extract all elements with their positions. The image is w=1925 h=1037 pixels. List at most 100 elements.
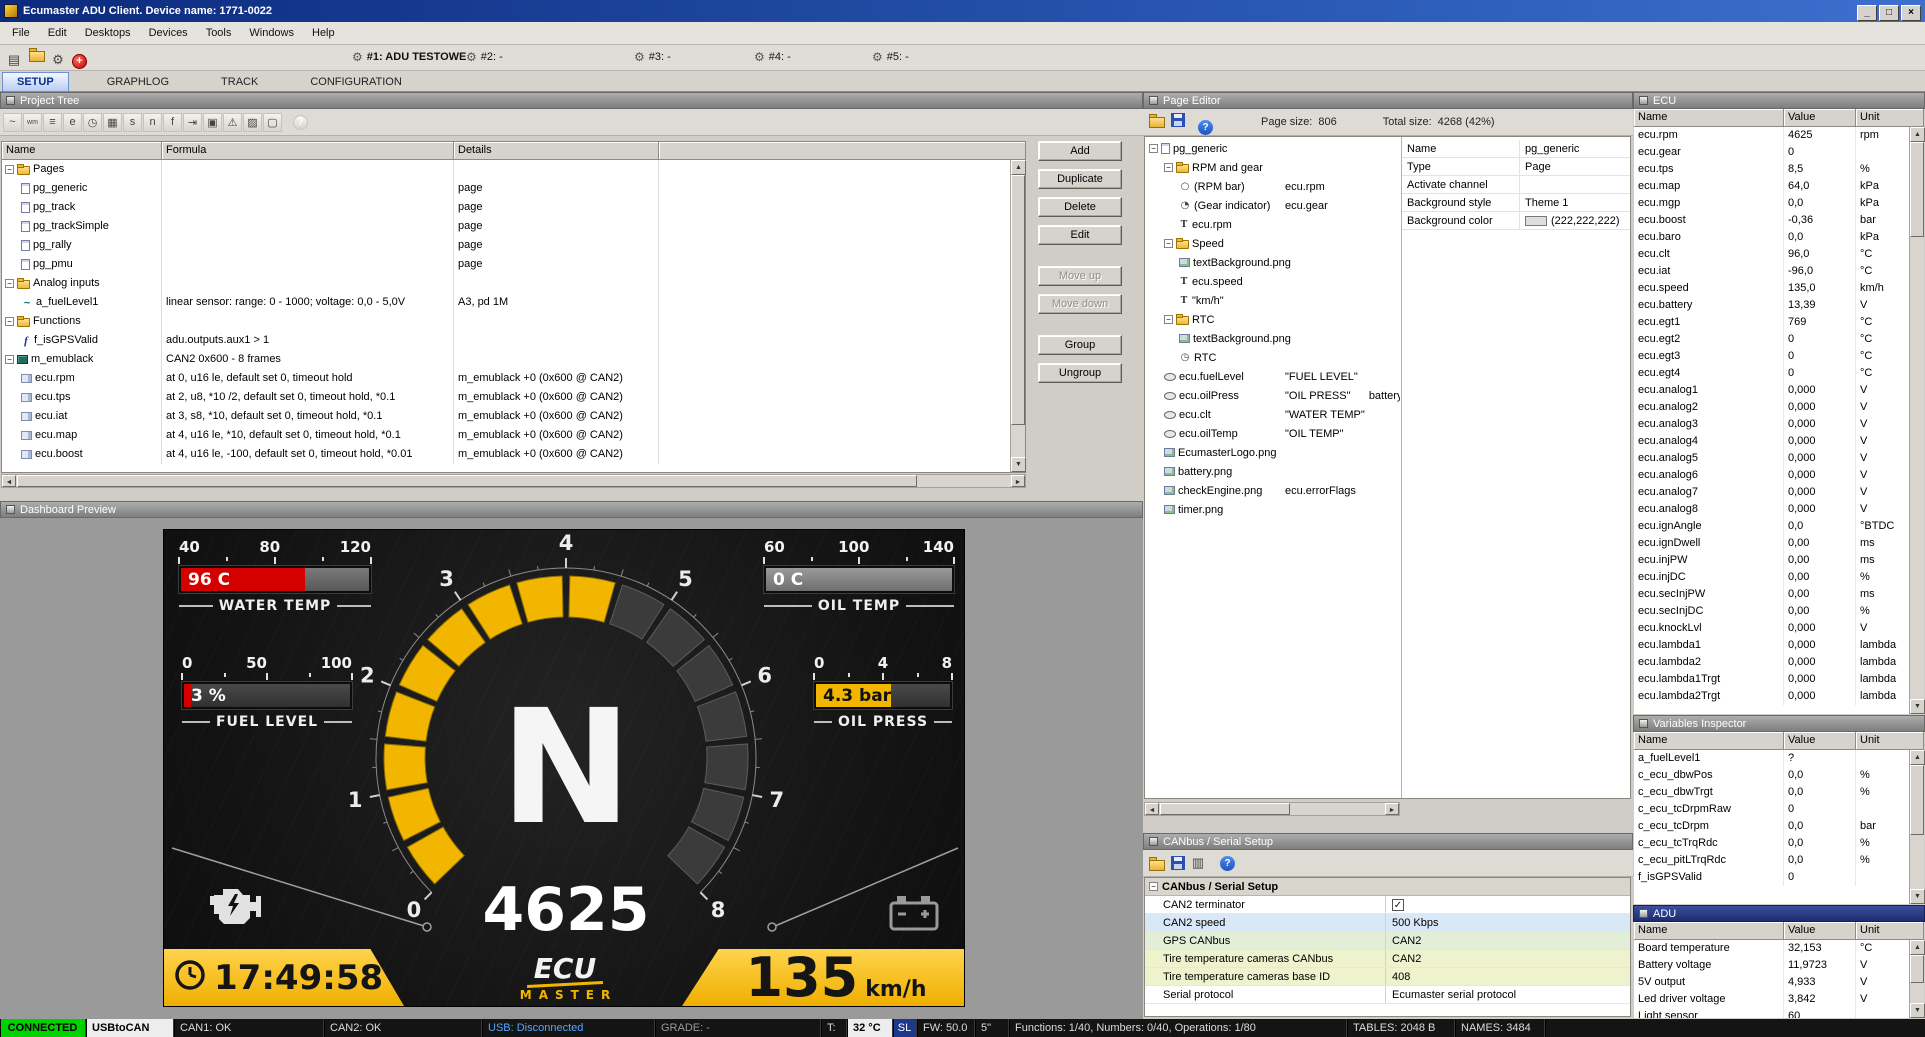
value-row[interactable]: ecu.map64,0kPa bbox=[1634, 178, 1909, 195]
property-row[interactable]: Namepg_generic bbox=[1402, 140, 1630, 158]
alert-tool-icon[interactable]: ⚠ bbox=[223, 113, 242, 132]
group-tool-icon[interactable]: ▢ bbox=[263, 113, 282, 132]
canbus-setting-row[interactable]: Tire temperature cameras CANbusCAN2 bbox=[1145, 950, 1630, 968]
desktops-icon[interactable]: ▤ bbox=[4, 50, 24, 70]
panel-tool-icon[interactable]: ▣ bbox=[203, 113, 222, 132]
value-row[interactable]: c_ecu_dbwPos0,0% bbox=[1634, 767, 1909, 784]
value-row[interactable]: ecu.lambda2Trgt0,000lambda bbox=[1634, 688, 1909, 705]
tab-configuration[interactable]: CONFIGURATION bbox=[296, 73, 415, 91]
help-icon[interactable]: ? bbox=[1220, 856, 1235, 871]
value-row[interactable]: ecu.mgp0,0kPa bbox=[1634, 195, 1909, 212]
enum-tool-icon[interactable]: e bbox=[63, 113, 82, 132]
section-expander-icon[interactable]: − bbox=[1149, 882, 1158, 891]
property-row[interactable]: Background color(222,222,222) bbox=[1402, 212, 1630, 230]
scroll-down-button[interactable]: ▼ bbox=[1910, 699, 1925, 714]
table-tool-icon[interactable]: ▦ bbox=[103, 113, 122, 132]
value-row[interactable]: c_ecu_pitLTrqRdc0,0% bbox=[1634, 852, 1909, 869]
tree-row[interactable]: pg_trackSimplepage bbox=[2, 217, 1010, 236]
open-project-icon[interactable] bbox=[26, 44, 46, 64]
delete-button[interactable]: Delete bbox=[1038, 197, 1122, 217]
tree-expander-icon[interactable]: − bbox=[1164, 163, 1173, 172]
tree-row[interactable]: pg_trackpage bbox=[2, 198, 1010, 217]
close-button[interactable]: × bbox=[1901, 5, 1921, 21]
scrollbar-thumb[interactable] bbox=[17, 475, 917, 487]
help-icon[interactable]: ? bbox=[1198, 120, 1213, 135]
scrollbar-thumb[interactable] bbox=[1910, 955, 1924, 983]
duplicate-button[interactable]: Duplicate bbox=[1038, 169, 1122, 189]
tree-expander-icon[interactable]: − bbox=[5, 355, 14, 364]
tree-row[interactable]: pg_pmupage bbox=[2, 255, 1010, 274]
tree-expander-icon[interactable]: − bbox=[5, 165, 14, 174]
value-row[interactable]: ecu.clt96,0°C bbox=[1634, 246, 1909, 263]
page-tree-row[interactable]: battery.png bbox=[1145, 462, 1400, 481]
column-header[interactable]: Name bbox=[1634, 732, 1784, 750]
canbus-setting-row[interactable]: Serial protocolEcumaster serial protocol bbox=[1145, 986, 1630, 1004]
digital-input-tool-icon[interactable]: ≡ bbox=[43, 113, 62, 132]
device-tab-4[interactable]: ⚙#4: - bbox=[754, 50, 791, 64]
adu-vscrollbar[interactable]: ▲▼ bbox=[1909, 940, 1924, 1018]
tree-row[interactable]: ecu.rpmat 0, u16 le, default set 0, time… bbox=[2, 369, 1010, 388]
tree-row[interactable]: ecu.boostat 4, u16 le, -100, default set… bbox=[2, 445, 1010, 464]
value-row[interactable]: ecu.tps8,5% bbox=[1634, 161, 1909, 178]
value-row[interactable]: Battery voltage11,9723V bbox=[1634, 957, 1909, 974]
move-up-button[interactable]: Move up bbox=[1038, 266, 1122, 286]
scroll-right-button[interactable]: ► bbox=[1011, 475, 1025, 487]
minimize-button[interactable]: _ bbox=[1857, 5, 1877, 21]
scroll-up-button[interactable]: ▲ bbox=[1910, 127, 1925, 142]
value-row[interactable]: ecu.egt1769°C bbox=[1634, 314, 1909, 331]
value-row[interactable]: f_isGPSValid0 bbox=[1634, 869, 1909, 886]
value-row[interactable]: ecu.analog50,000V bbox=[1634, 450, 1909, 467]
scroll-left-button[interactable]: ◄ bbox=[2, 475, 16, 487]
value-row[interactable]: Board temperature32,153°C bbox=[1634, 940, 1909, 957]
value-row[interactable]: ecu.lambda20,000lambda bbox=[1634, 654, 1909, 671]
value-row[interactable]: Light sensor60 bbox=[1634, 1008, 1909, 1018]
column-header[interactable]: Value bbox=[1784, 732, 1856, 750]
function-tool-icon[interactable]: f bbox=[163, 113, 182, 132]
tree-row[interactable]: ~a_fuelLevel1linear sensor: range: 0 - 1… bbox=[2, 293, 1010, 312]
value-row[interactable]: ecu.iat-96,0°C bbox=[1634, 263, 1909, 280]
value-row[interactable]: ecu.ignAngle0,0°BTDC bbox=[1634, 518, 1909, 535]
scroll-left-button[interactable]: ◄ bbox=[1145, 803, 1159, 815]
page-tree-row[interactable]: ecu.oilPress"OIL PRESS" battery bbox=[1145, 386, 1400, 405]
value-row[interactable]: ecu.knockLvl0,000V bbox=[1634, 620, 1909, 637]
value-row[interactable]: ecu.analog30,000V bbox=[1634, 416, 1909, 433]
scroll-down-button[interactable]: ▼ bbox=[1910, 1003, 1925, 1018]
property-row[interactable]: Background styleTheme 1 bbox=[1402, 194, 1630, 212]
tree-expander-icon[interactable]: − bbox=[1164, 315, 1173, 324]
color-swatch[interactable] bbox=[1525, 216, 1547, 226]
value-row[interactable]: ecu.analog60,000V bbox=[1634, 467, 1909, 484]
maximize-button[interactable]: □ bbox=[1879, 5, 1899, 21]
scroll-down-button[interactable]: ▼ bbox=[1910, 889, 1925, 904]
open-icon[interactable] bbox=[1146, 110, 1166, 130]
column-header[interactable]: Name bbox=[1634, 922, 1784, 940]
value-row[interactable]: ecu.injDC0,00% bbox=[1634, 569, 1909, 586]
scroll-up-button[interactable]: ▲ bbox=[1910, 940, 1925, 955]
tree-expander-icon[interactable]: − bbox=[5, 279, 14, 288]
tree-row[interactable]: −Pages bbox=[2, 160, 1010, 179]
tree-row[interactable]: −Functions bbox=[2, 312, 1010, 331]
scrollbar-thumb[interactable] bbox=[1160, 803, 1290, 815]
value-row[interactable]: ecu.analog40,000V bbox=[1634, 433, 1909, 450]
device-tab-5[interactable]: ⚙#5: - bbox=[872, 50, 909, 64]
page-tree-row[interactable]: ecu.oilTemp"OIL TEMP" bbox=[1145, 424, 1400, 443]
page-tree-row[interactable]: −RPM and gear bbox=[1145, 158, 1400, 177]
tree-expander-icon[interactable]: − bbox=[1164, 239, 1173, 248]
page-tree-row[interactable]: −Speed bbox=[1145, 234, 1400, 253]
page-tree-row[interactable]: Tecu.rpm bbox=[1145, 215, 1400, 234]
column-header[interactable]: Unit bbox=[1856, 732, 1924, 750]
ungroup-button[interactable]: Ungroup bbox=[1038, 363, 1122, 383]
page-tree-row[interactable]: ◔(Gear indicator)ecu.gear bbox=[1145, 196, 1400, 215]
column-header[interactable]: Name bbox=[2, 142, 162, 160]
number-tool-icon[interactable]: n bbox=[143, 113, 162, 132]
value-row[interactable]: ecu.analog20,000V bbox=[1634, 399, 1909, 416]
menu-windows[interactable]: Windows bbox=[241, 25, 302, 41]
value-row[interactable]: ecu.secInjPW0,00ms bbox=[1634, 586, 1909, 603]
save-icon[interactable] bbox=[1171, 856, 1185, 870]
device-tab-3[interactable]: ⚙#3: - bbox=[634, 50, 671, 64]
tree-row[interactable]: ff_isGPSValidadu.outputs.aux1 > 1 bbox=[2, 331, 1010, 350]
column-header[interactable]: Value bbox=[1784, 922, 1856, 940]
project-tree-hscrollbar[interactable]: ◄► bbox=[1, 474, 1026, 488]
value-row[interactable]: a_fuelLevel1? bbox=[1634, 750, 1909, 767]
menu-desktops[interactable]: Desktops bbox=[77, 25, 139, 41]
column-header[interactable]: Details bbox=[454, 142, 659, 160]
